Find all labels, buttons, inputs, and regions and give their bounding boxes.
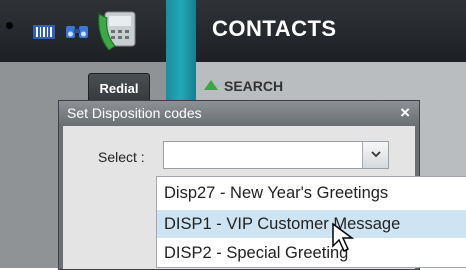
close-icon[interactable]: ×	[400, 103, 410, 123]
dropdown-button[interactable]	[362, 142, 388, 168]
page-title: CONTACTS	[212, 16, 337, 41]
disposition-select[interactable]	[163, 141, 389, 169]
dropdown-option-highlighted[interactable]: DISP1 - VIP Customer Message	[157, 210, 466, 238]
phone-icon[interactable]	[95, 6, 145, 63]
dialog-title: Set Disposition codes	[67, 105, 202, 121]
mouse-cursor-icon	[331, 222, 357, 259]
barcode-icon[interactable]	[33, 25, 55, 44]
expand-arrow-icon	[204, 80, 218, 90]
dropdown-list: Disp27 - New Year's Greetings DISP1 - VI…	[156, 176, 466, 268]
dialog-header: Set Disposition codes ×	[59, 101, 419, 126]
toolbar-dot	[6, 22, 13, 29]
binoculars-icon[interactable]	[65, 23, 89, 46]
search-label: SEARCH	[224, 78, 284, 94]
dropdown-option[interactable]: DISP2 - Special Greeting	[157, 239, 466, 267]
search-section[interactable]: SEARCH	[204, 78, 283, 98]
dropdown-option[interactable]: Disp27 - New Year's Greetings	[157, 179, 466, 207]
select-label: Select :	[98, 149, 145, 165]
chevron-down-icon	[370, 151, 381, 158]
